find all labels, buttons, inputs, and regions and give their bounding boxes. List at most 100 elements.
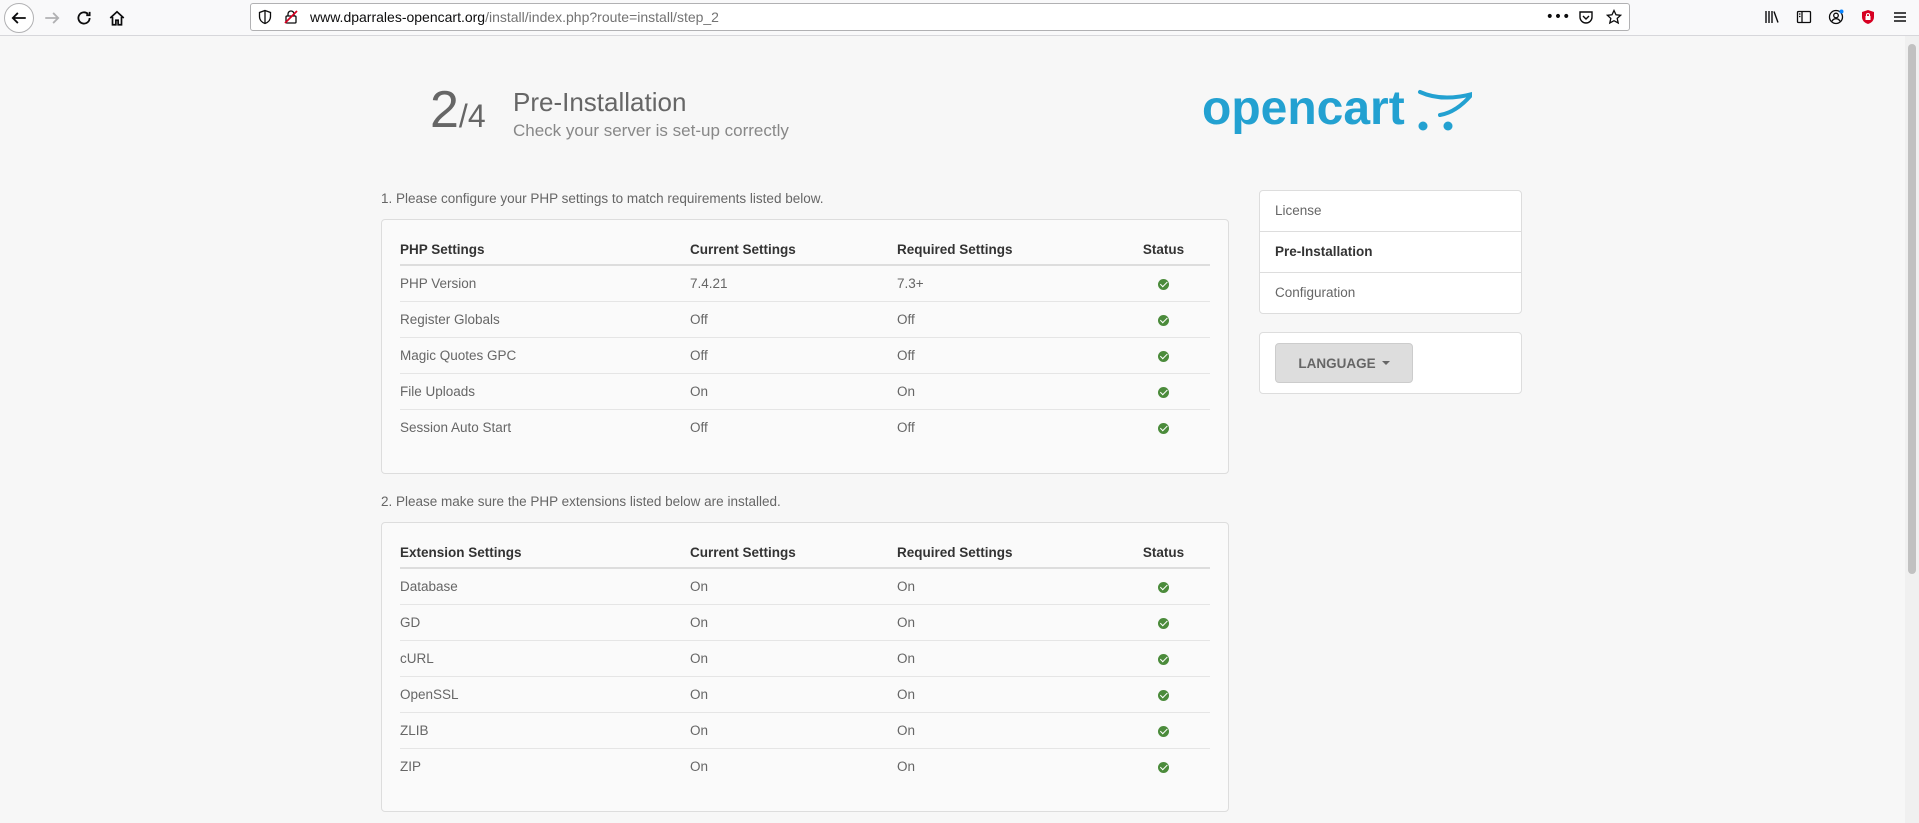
table-row: GD On On xyxy=(400,604,1210,641)
table-row: ZLIB On On xyxy=(400,712,1210,749)
home-icon xyxy=(109,10,125,26)
col-required-settings: Required Settings xyxy=(897,537,1117,569)
home-button[interactable] xyxy=(102,3,132,33)
required-value: On xyxy=(897,676,1117,713)
toolbar-icons xyxy=(1763,8,1909,26)
extension-name: ZLIB xyxy=(400,712,690,749)
required-value: On xyxy=(897,712,1117,749)
check-circle-icon xyxy=(1158,314,1169,326)
col-status: Status xyxy=(1117,234,1210,266)
insecure-lock-icon[interactable] xyxy=(283,9,299,25)
check-circle-icon xyxy=(1158,422,1169,434)
setting-name: PHP Version xyxy=(400,265,690,302)
extension-name: GD xyxy=(400,604,690,641)
page-subtitle: Check your server is set-up correctly xyxy=(513,121,789,140)
php-settings-instructions: 1. Please configure your PHP settings to… xyxy=(381,191,824,206)
menu-icon[interactable] xyxy=(1891,8,1909,26)
step-current: 2 xyxy=(430,81,459,139)
account-icon[interactable] xyxy=(1827,8,1845,26)
setting-name: Register Globals xyxy=(400,301,690,338)
current-value: 7.4.21 xyxy=(690,265,897,302)
install-steps-list: License Pre-Installation Configuration xyxy=(1259,190,1522,314)
opencart-logo: opencart xyxy=(1202,82,1478,146)
back-button[interactable] xyxy=(4,3,34,33)
browser-toolbar: www.dparrales-opencart.org/install/index… xyxy=(0,0,1919,36)
check-circle-icon xyxy=(1158,581,1169,593)
required-value: On xyxy=(897,568,1117,605)
language-label: LANGUAGE xyxy=(1298,355,1376,371)
table-row: OpenSSL On On xyxy=(400,676,1210,713)
bookmark-star-icon[interactable] xyxy=(1605,8,1623,26)
check-circle-icon xyxy=(1158,761,1169,773)
current-value: On xyxy=(690,640,897,677)
php-settings-table: PHP Settings Current Settings Required S… xyxy=(400,234,1210,445)
step-license[interactable]: License xyxy=(1260,191,1521,232)
required-value: 7.3+ xyxy=(897,265,1117,302)
extension-settings-panel: Extension Settings Current Settings Requ… xyxy=(381,522,1229,812)
setting-name: Magic Quotes GPC xyxy=(400,337,690,374)
required-value: Off xyxy=(897,337,1117,374)
col-extension-settings: Extension Settings xyxy=(400,537,690,569)
reload-button[interactable] xyxy=(69,3,99,33)
current-value: On xyxy=(690,568,897,605)
table-row: Magic Quotes GPC Off Off xyxy=(400,337,1210,374)
check-circle-icon xyxy=(1158,725,1169,737)
required-value: Off xyxy=(897,420,915,435)
language-panel: LANGUAGE xyxy=(1259,332,1522,394)
pocket-icon[interactable] xyxy=(1577,8,1595,26)
setting-name: File Uploads xyxy=(400,373,690,410)
extension-instructions: 2. Please make sure the PHP extensions l… xyxy=(381,494,781,509)
forward-button[interactable] xyxy=(37,3,67,33)
check-circle-icon xyxy=(1158,653,1169,665)
page-title: Pre-Installation xyxy=(513,87,687,117)
page-actions: ••• xyxy=(1546,8,1623,26)
table-row: File Uploads On On xyxy=(400,373,1210,410)
url-text[interactable]: www.dparrales-opencart.org/install/index… xyxy=(310,9,719,25)
table-row: PHP Version 7.4.21 7.3+ xyxy=(400,265,1210,302)
check-circle-icon xyxy=(1158,278,1169,290)
sidebar-icon[interactable] xyxy=(1795,8,1813,26)
current-value: On xyxy=(690,604,897,641)
extension-settings-table: Extension Settings Current Settings Requ… xyxy=(400,537,1210,784)
url-path: /install/index.php?route=install/step_2 xyxy=(485,9,719,25)
current-value: Off xyxy=(690,337,897,374)
reload-icon xyxy=(77,11,91,25)
caret-down-icon xyxy=(1381,361,1390,365)
required-value: On xyxy=(897,640,1117,677)
extension-name: OpenSSL xyxy=(400,676,690,713)
col-status: Status xyxy=(1117,537,1210,569)
url-domain: www.dparrales-opencart.org xyxy=(310,9,486,25)
setting-name: Session Auto Start xyxy=(400,420,512,435)
more-actions-icon[interactable]: ••• xyxy=(1546,8,1571,26)
step-total: /4 xyxy=(458,98,486,134)
page-scrollbar[interactable] xyxy=(1905,36,1919,823)
url-bar[interactable]: www.dparrales-opencart.org/install/index… xyxy=(250,3,1630,31)
current-value: Off xyxy=(690,301,897,338)
step-indicator: 2/4 xyxy=(430,84,486,136)
logo-text: opencart xyxy=(1202,82,1405,135)
library-icon[interactable] xyxy=(1763,8,1781,26)
col-required-settings: Required Settings xyxy=(897,234,1117,266)
current-value: On xyxy=(690,759,709,774)
check-circle-icon xyxy=(1158,386,1169,398)
table-row: ZIP On On xyxy=(400,749,1210,785)
extension-name: cURL xyxy=(400,640,690,677)
check-circle-icon xyxy=(1158,689,1169,701)
shield-icon[interactable] xyxy=(257,9,273,25)
step-configuration[interactable]: Configuration xyxy=(1260,273,1521,313)
current-value: Off xyxy=(690,420,708,435)
col-current-settings: Current Settings xyxy=(690,234,897,266)
language-dropdown-button[interactable]: LANGUAGE xyxy=(1275,343,1413,383)
table-row: Session Auto Start Off Off xyxy=(400,410,1210,446)
step-pre-installation[interactable]: Pre-Installation xyxy=(1260,232,1521,273)
current-value: On xyxy=(690,676,897,713)
table-row: Register Globals Off Off xyxy=(400,301,1210,338)
extension-name: ZIP xyxy=(400,759,422,774)
extension-shield-icon[interactable] xyxy=(1859,8,1877,26)
required-value: On xyxy=(897,604,1117,641)
scrollbar-thumb[interactable] xyxy=(1908,44,1916,574)
table-row: cURL On On xyxy=(400,640,1210,677)
required-value: On xyxy=(897,759,916,774)
check-circle-icon xyxy=(1158,617,1169,629)
current-value: On xyxy=(690,712,897,749)
